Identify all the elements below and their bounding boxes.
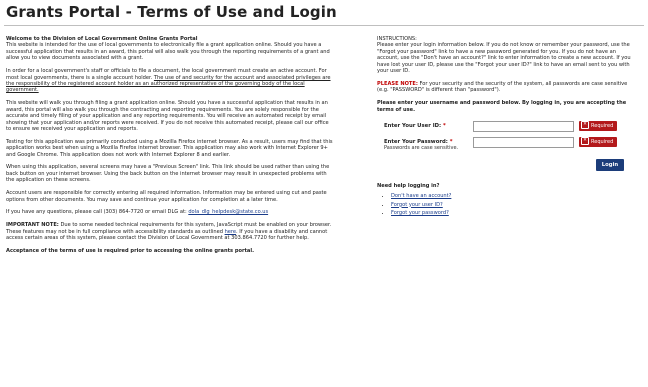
important-note-paragraph: IMPORTANT NOTE: Due to some needed techn… [6,222,334,241]
password-required-text: Required [591,139,614,146]
close-icon: ✕ [581,121,589,130]
title-divider [4,25,644,26]
login-prompt: Please enter your username and password … [377,100,627,113]
password-hint: Passwords are case sensitive. [384,145,459,152]
forgot-user-id-link[interactable]: Forgot your user ID? [391,202,443,208]
help-section: Need help logging in? Don't have an acco… [377,183,639,217]
userid-input[interactable] [473,121,574,133]
login-panel: INSTRUCTIONS: Please enter your login in… [377,36,639,219]
dont-have-account-link[interactable]: Don't have an account? [391,193,451,199]
password-input[interactable] [473,137,574,149]
userid-required-text: Required [591,123,614,130]
instructions-text: Please enter your login information belo… [377,42,631,75]
help-link-item: Forgot your user ID? [391,202,639,208]
password-required-badge: ✕ Required [579,137,618,148]
intro-paragraph: This website is intended for the use of … [6,42,330,62]
userid-row: Enter Your User ID: * ✕ Required [377,121,639,137]
close-icon: ✕ [581,137,589,146]
password-row: Enter Your Password: * Passwords are cas… [377,137,639,159]
page-title: Grants Portal - Terms of Use and Login [6,3,337,21]
browser-paragraph: Testing for this application was primari… [6,138,333,158]
userid-label: Enter Your User ID: * [384,123,446,129]
helpdesk-email-link[interactable]: dola_dlg_helpdesk@state.co.us [188,209,268,215]
userid-label-text: Enter Your User ID: [384,123,442,130]
help-link-item: Forgot your password? [391,210,639,216]
help-link-item: Don't have an account? [391,193,639,199]
help-links-list: Don't have an account? Forgot your user … [377,193,639,217]
terms-of-use-panel: Welcome to the Division of Local Governm… [6,36,334,254]
important-note-label: IMPORTANT NOTE: [6,222,59,229]
userid-required-badge: ✕ Required [579,121,618,132]
navigation-paragraph: When using this application, several scr… [6,164,330,184]
acceptance-statement: Acceptance of the terms of use is requir… [6,247,255,254]
contact-text: If you have any questions, please call (… [6,209,189,216]
userid-required-star: * [443,123,446,130]
forgot-password-link[interactable]: Forgot your password? [391,210,449,216]
filing-paragraph: This website will walk you through filin… [6,100,329,133]
contact-paragraph: If you have any questions, please call (… [6,209,334,215]
password-note: PLEASE NOTE: For your security and the s… [377,81,639,94]
account-paragraph: In order for a local government's staff … [6,68,334,94]
help-heading: Need help logging in? [377,183,440,190]
login-button[interactable]: Login [596,159,624,172]
accessibility-here-link[interactable]: here [225,229,236,235]
account-users-paragraph: Account users are responsible for correc… [6,190,327,203]
login-button-row: Login [377,159,639,183]
password-note-label: PLEASE NOTE: [377,81,418,88]
